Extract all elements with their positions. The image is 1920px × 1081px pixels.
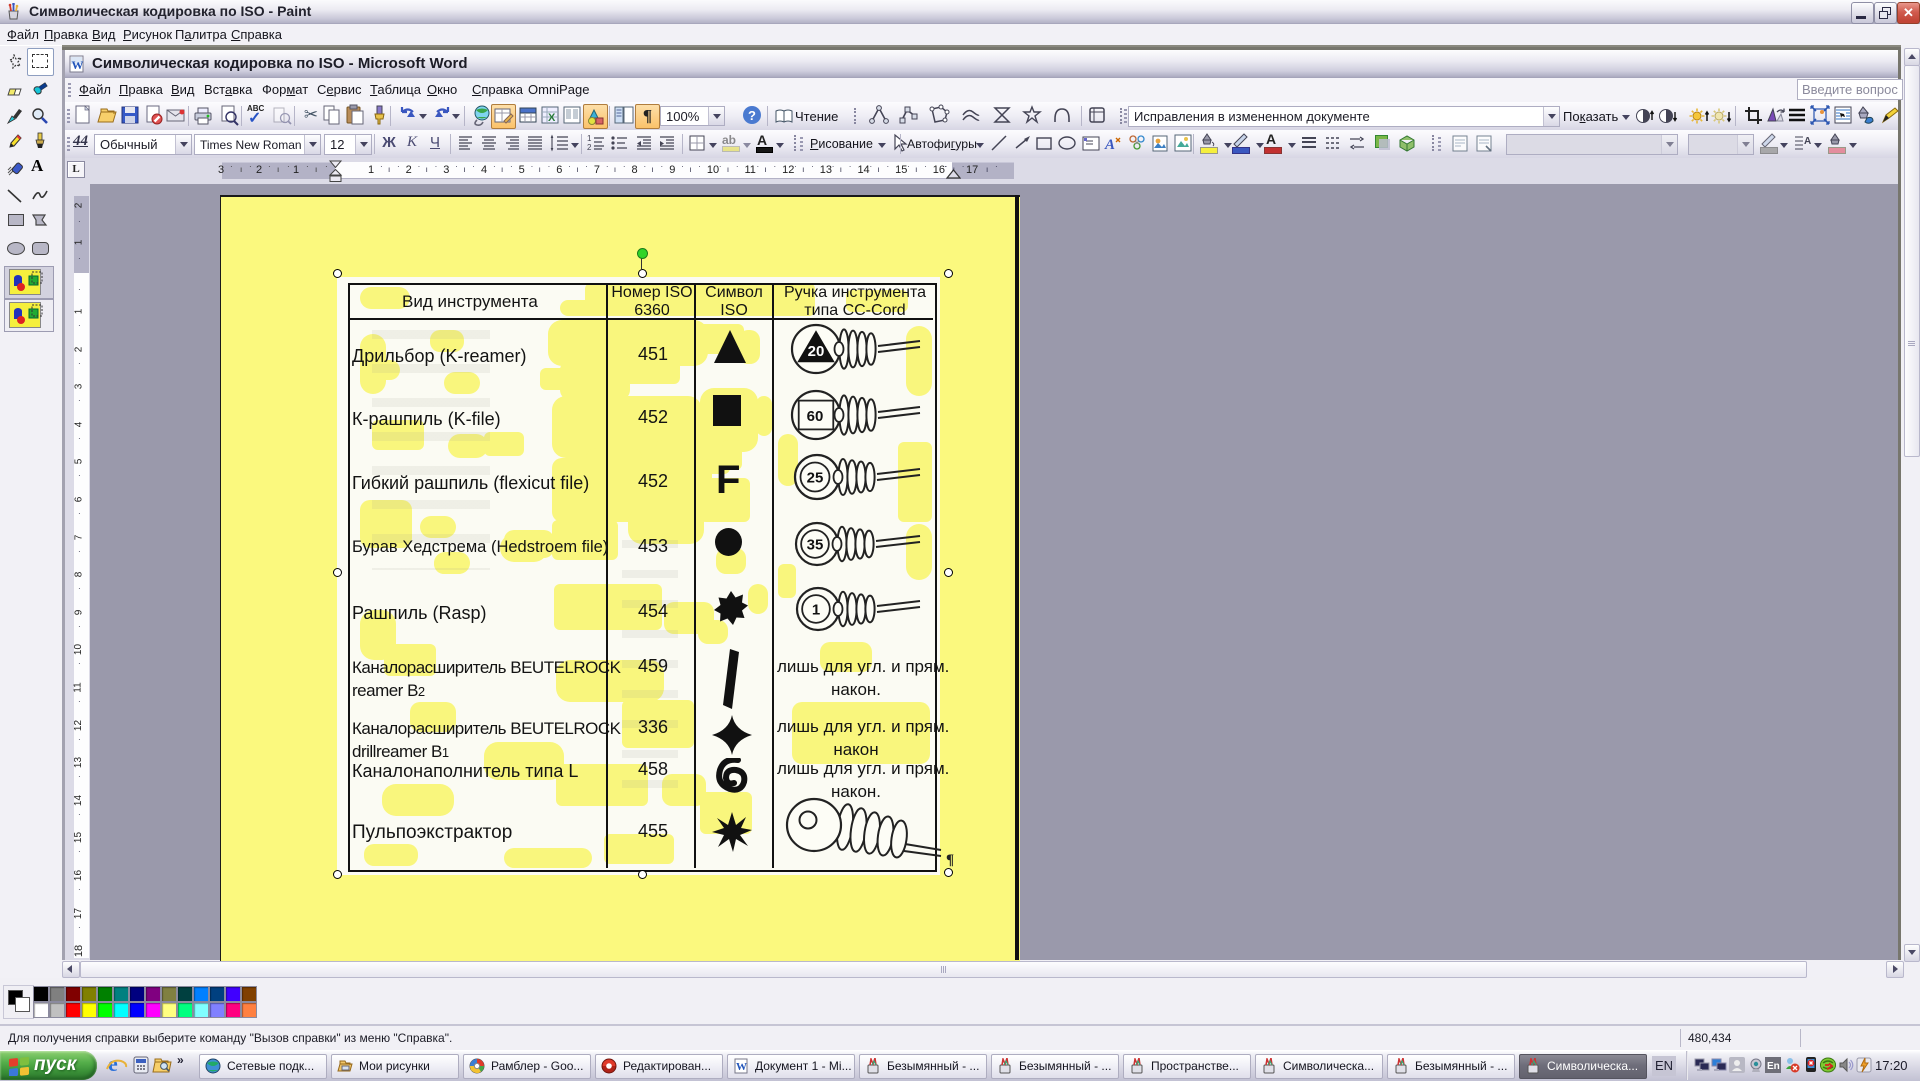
svg-text:1: 1 [587,134,592,143]
svg-text:A: A [1804,136,1811,147]
svg-text:20: 20 [808,343,825,360]
svg-text:1: 1 [812,602,820,619]
svg-text:W: W [72,58,84,72]
svg-text:2: 2 [587,143,592,152]
svg-text:35: 35 [807,537,824,554]
svg-text:60: 60 [807,408,824,425]
svg-text:25: 25 [807,470,824,487]
svg-text:W: W [736,1061,747,1073]
svg-text:En: En [1767,1061,1780,1072]
svg-text:A: A [1104,137,1115,153]
